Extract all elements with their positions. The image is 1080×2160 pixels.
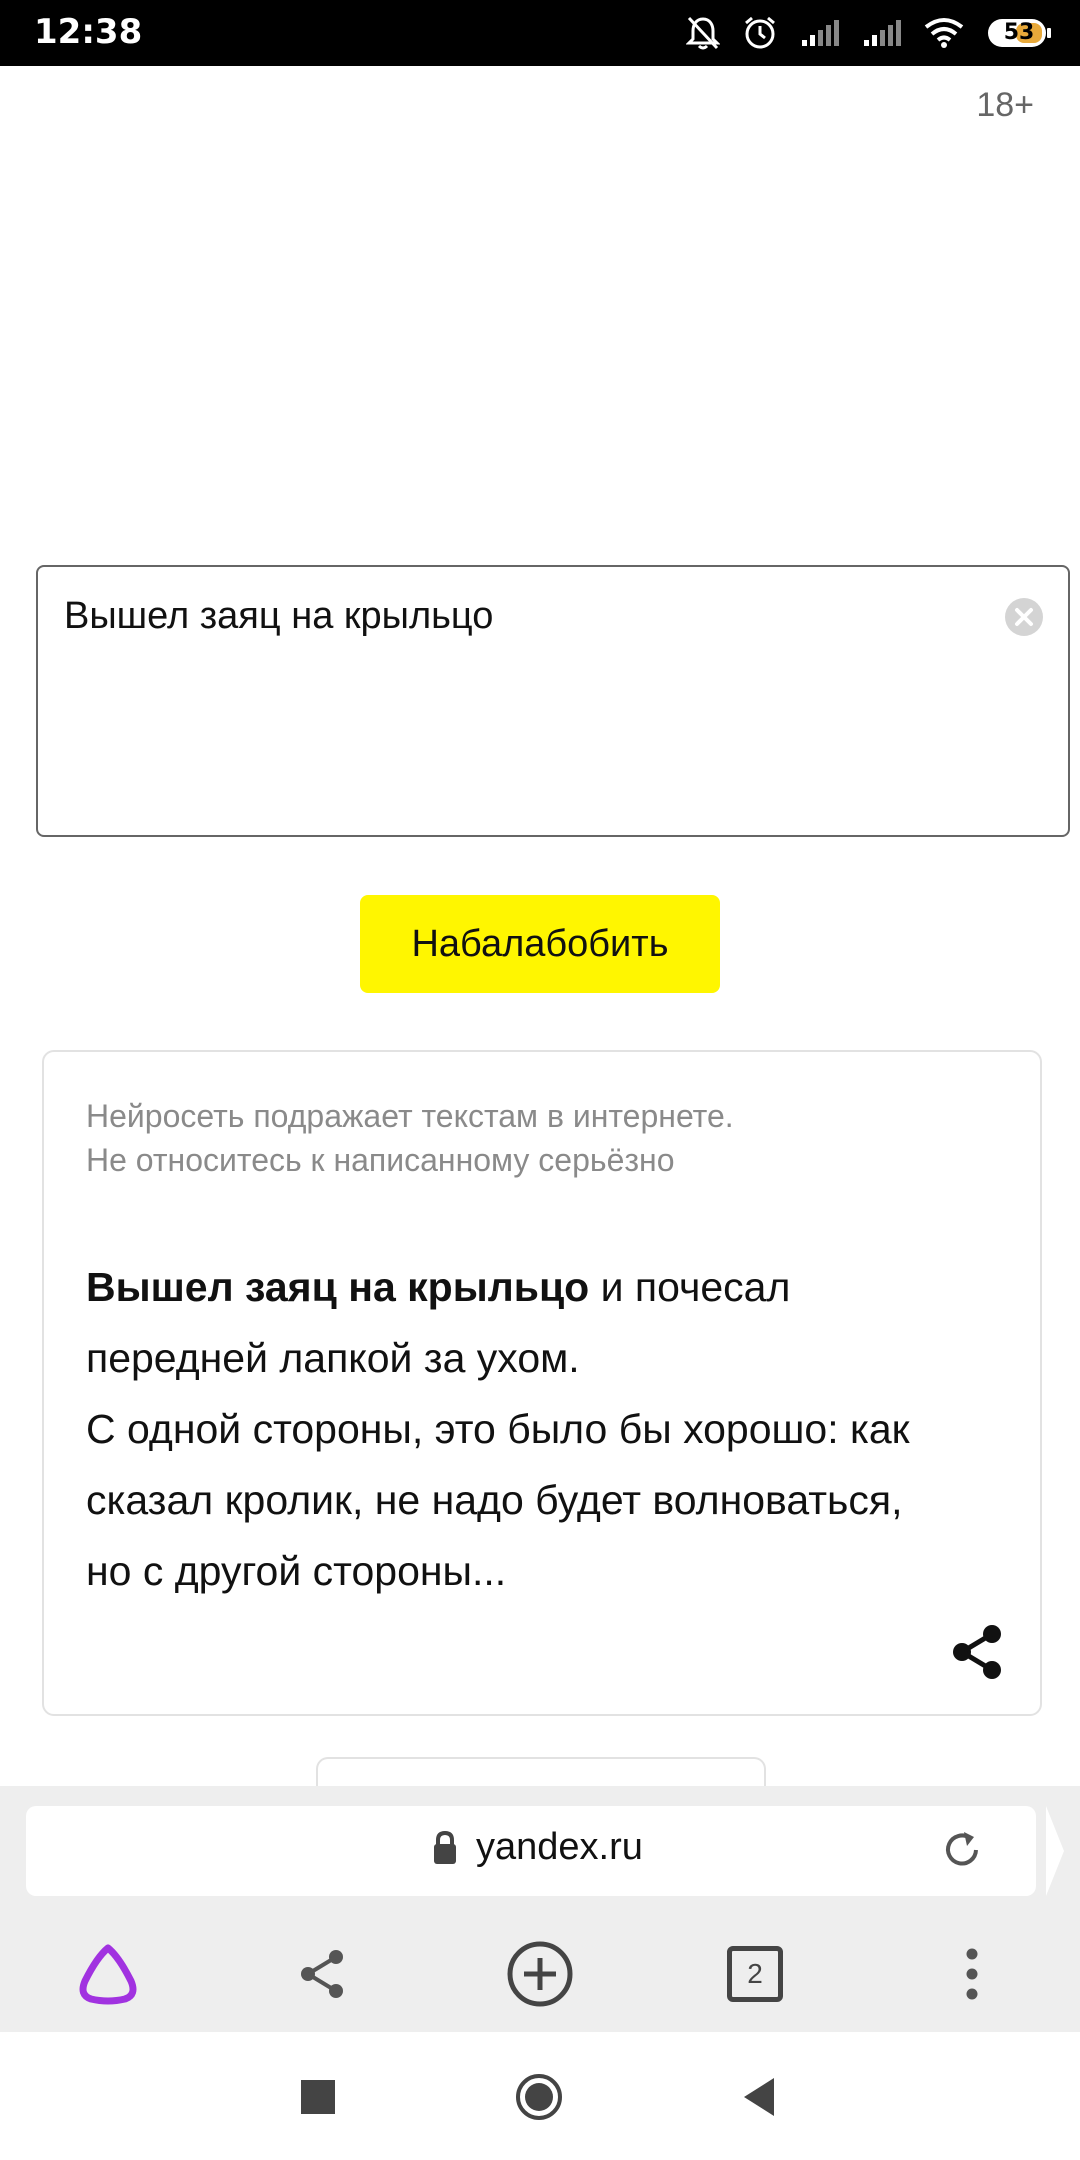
new-tab-icon xyxy=(507,1941,573,2007)
disclaimer: Нейросеть подражает текстам в интернете.… xyxy=(86,1094,734,1182)
status-bar: 12:38 53 xyxy=(0,0,1080,66)
tabs-icon: 2 xyxy=(727,1946,783,2002)
recents-icon[interactable] xyxy=(293,2072,343,2122)
prompt-input-text[interactable]: Вышел заяц на крыльцо xyxy=(64,595,493,638)
alarm-icon xyxy=(745,16,775,49)
result-line: С одной стороны, это было бы хорошо: как xyxy=(86,1406,910,1452)
back-icon[interactable] xyxy=(736,2072,786,2122)
result-continuation: и почесал xyxy=(589,1264,791,1310)
status-icons: 53 xyxy=(686,10,1052,56)
prompt-input[interactable]: Вышел заяц на крыльцо xyxy=(36,565,1070,837)
address-bar[interactable]: yandex.ru xyxy=(26,1806,1036,1896)
alice-button[interactable] xyxy=(68,1934,148,2014)
share-icon[interactable] xyxy=(952,1624,1004,1680)
more-icon xyxy=(966,1948,978,2000)
age-rating: 18+ xyxy=(976,86,1034,124)
status-time: 12:38 xyxy=(34,12,143,52)
share-icon xyxy=(301,1950,343,1998)
home-icon[interactable] xyxy=(514,2072,564,2122)
lock-icon xyxy=(434,1830,456,1864)
browser-toolbar: yandex.ru 2 xyxy=(0,1786,1080,2032)
generate-button[interactable]: Набалабобить xyxy=(360,895,720,993)
address-bar-arrow xyxy=(1046,1806,1064,1896)
result-line: сказал кролик, не надо будет волноваться… xyxy=(86,1477,903,1523)
wifi-icon xyxy=(924,18,964,48)
bell-off-icon xyxy=(686,16,720,50)
generated-text: Вышел заяц на крыльцо и почесал передней… xyxy=(86,1252,1006,1607)
signal-icon xyxy=(802,20,839,46)
disclaimer-line: Нейросеть подражает текстам в интернете. xyxy=(86,1098,734,1134)
result-line: но с другой стороны... xyxy=(86,1548,507,1594)
prompt-echo: Вышел заяц на крыльцо xyxy=(86,1264,590,1310)
tabs-button[interactable]: 2 xyxy=(715,1934,795,2014)
battery-level: 53 xyxy=(1003,20,1035,45)
result-line: передней лапкой за ухом. xyxy=(86,1335,580,1381)
reload-icon[interactable] xyxy=(940,1828,984,1872)
alice-icon xyxy=(79,1944,137,2005)
signal-icon xyxy=(864,20,901,46)
close-icon[interactable] xyxy=(1004,597,1044,637)
system-nav-bar xyxy=(0,2032,1080,2160)
more-button[interactable] xyxy=(932,1934,1012,2014)
result-line: Вышел заяц на крыльцо и почесал xyxy=(86,1252,1006,1323)
disclaimer-line: Не относитесь к написанному серьёзно xyxy=(86,1142,675,1178)
new-tab-button[interactable] xyxy=(500,1934,580,2014)
tabs-count: 2 xyxy=(727,1946,783,2002)
toolbar-share-button[interactable] xyxy=(282,1934,362,2014)
result-card: Нейросеть подражает текстам в интернете.… xyxy=(42,1050,1042,1716)
url-text[interactable]: yandex.ru xyxy=(476,1826,643,1869)
battery-icon: 53 xyxy=(986,17,1052,49)
